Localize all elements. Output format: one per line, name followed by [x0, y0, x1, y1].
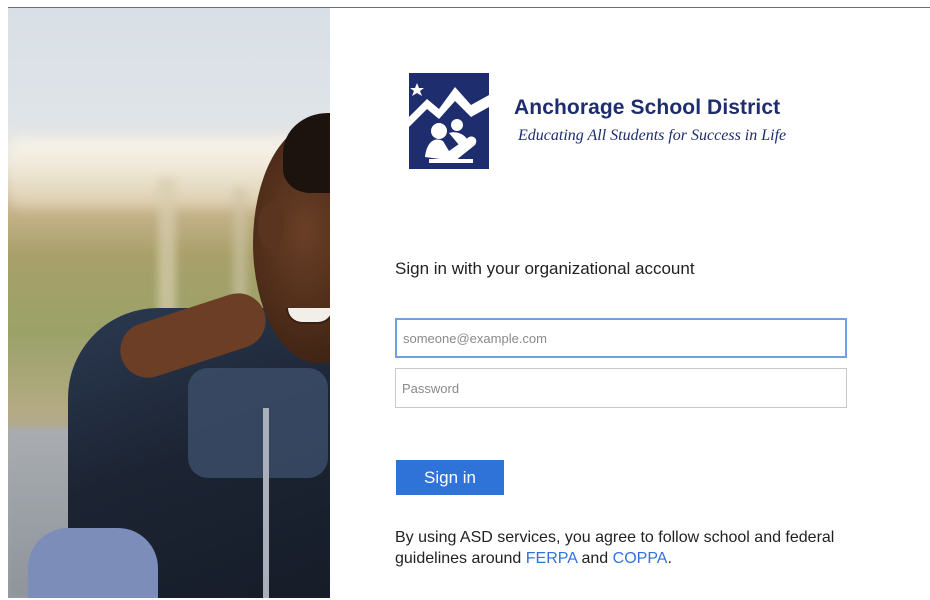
photo-smile — [286, 308, 330, 324]
asd-logo-icon — [409, 73, 489, 169]
photo-sleeve — [28, 528, 158, 598]
photo-ear — [258, 203, 284, 249]
coppa-link[interactable]: COPPA — [613, 550, 668, 567]
signin-button[interactable]: Sign in — [396, 460, 504, 495]
photo-zipper — [263, 408, 269, 598]
org-tagline: Educating All Students for Success in Li… — [518, 127, 787, 144]
photo-hair — [283, 113, 330, 193]
password-input[interactable] — [395, 368, 847, 408]
hero-photo — [8, 8, 330, 598]
email-input[interactable] — [395, 318, 847, 358]
signin-heading: Sign in with your organizational account — [395, 259, 695, 278]
photo-background-building — [8, 138, 298, 208]
org-name: Anchorage School District — [514, 96, 781, 119]
notice-text: and — [577, 550, 613, 567]
photo-jacket-panel — [188, 368, 328, 478]
ferpa-link[interactable]: FERPA — [526, 550, 577, 567]
usage-notice: By using ASD services, you agree to foll… — [395, 527, 855, 569]
notice-text: . — [667, 550, 672, 567]
